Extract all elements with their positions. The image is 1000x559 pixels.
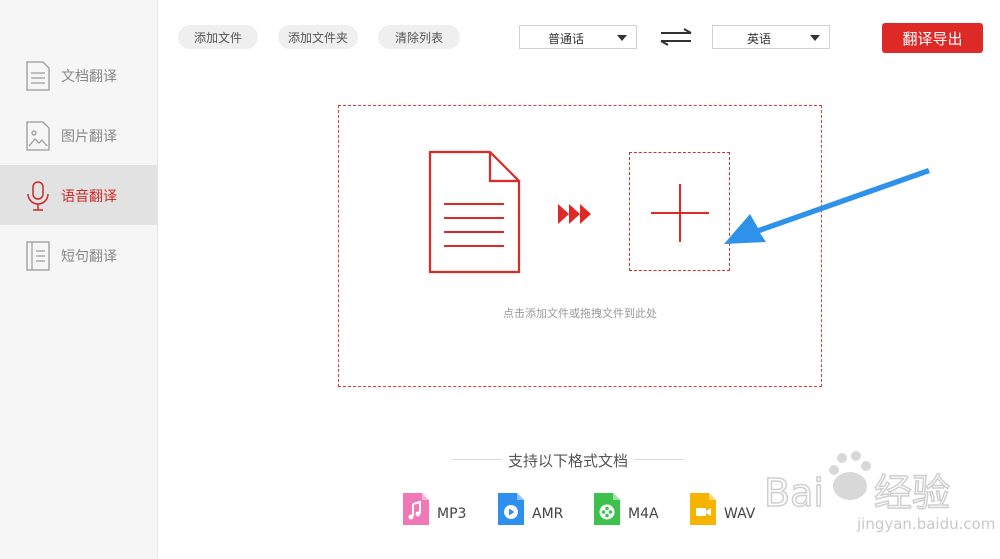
- watermark-url: jingyan.baidu.com: [857, 515, 996, 533]
- sidebar-item-voice[interactable]: 语音翻译: [0, 165, 157, 225]
- format-name: AMR: [532, 506, 564, 522]
- plus-icon: [651, 184, 709, 242]
- source-language-select[interactable]: 普通话: [519, 25, 637, 49]
- format-name: WAV: [724, 506, 756, 522]
- baidu-logo-icon: Bai 经验: [763, 451, 951, 512]
- baidu-jingyan-watermark: Bai 经验 jingyan.baidu.com: [762, 450, 996, 540]
- add-file-target[interactable]: [629, 152, 730, 271]
- source-language-value: 普通话: [547, 32, 584, 46]
- microphone-icon: [27, 181, 49, 211]
- supported-formats-title: 支持以下格式文档: [507, 452, 628, 470]
- sidebar-item-label: 短句翻译: [61, 249, 117, 265]
- music-file-icon: [403, 493, 429, 525]
- format-name: MP3: [437, 506, 467, 522]
- play-file-icon: [498, 493, 524, 525]
- triple-arrow-icon: [558, 204, 591, 224]
- target-language-value: 英语: [746, 32, 771, 46]
- add-folder-button[interactable]: 添加文件夹: [278, 25, 358, 49]
- sidebar: 文档翻译 图片翻译 语音翻译 短句翻译: [0, 0, 158, 559]
- target-language-select[interactable]: 英语: [712, 25, 830, 49]
- svg-text:经验: 经验: [874, 471, 950, 512]
- pointer-arrow-icon: [724, 168, 930, 244]
- divider: [634, 459, 684, 460]
- image-icon: [26, 121, 50, 151]
- document-icon: [428, 150, 521, 274]
- chevron-down-icon: [617, 35, 627, 41]
- clear-list-button[interactable]: 清除列表: [378, 25, 460, 49]
- reel-file-icon: [594, 493, 620, 525]
- add-file-button[interactable]: 添加文件: [178, 25, 258, 49]
- svg-text:Bai: Bai: [764, 471, 824, 512]
- chevron-down-icon: [810, 35, 820, 41]
- sidebar-item-label: 文档翻译: [61, 69, 117, 85]
- sentence-icon: [26, 241, 50, 271]
- supported-formats-heading: 支持以下格式文档: [452, 450, 684, 470]
- sidebar-item-image[interactable]: 图片翻译: [0, 105, 157, 165]
- drop-zone-hint: 点击添加文件或拖拽文件到此处: [503, 307, 657, 320]
- video-file-icon: [690, 493, 716, 525]
- swap-languages-icon[interactable]: [659, 28, 693, 46]
- document-icon: [26, 61, 50, 91]
- sidebar-item-document[interactable]: 文档翻译: [0, 45, 157, 105]
- sidebar-item-label: 图片翻译: [61, 129, 117, 145]
- sidebar-item-sentence[interactable]: 短句翻译: [0, 225, 157, 285]
- translate-export-button[interactable]: 翻译导出: [882, 23, 983, 53]
- format-name: M4A: [628, 506, 659, 522]
- sidebar-item-label: 语音翻译: [61, 189, 117, 205]
